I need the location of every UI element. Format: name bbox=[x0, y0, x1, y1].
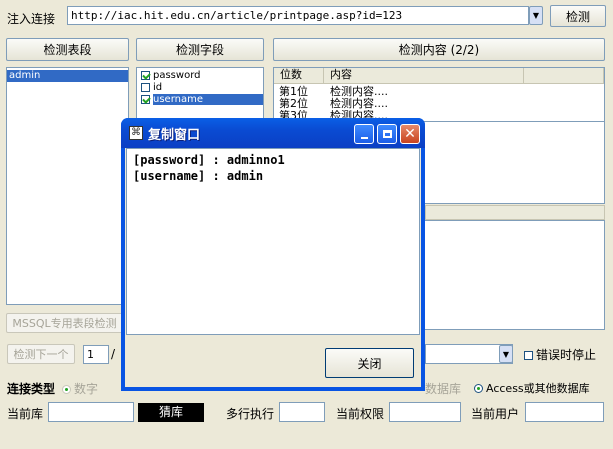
checkbox-checked[interactable] bbox=[141, 94, 150, 104]
dialog-title: 复制窗口 bbox=[148, 128, 201, 143]
row-pos: 第1位 bbox=[279, 85, 308, 98]
radio-other-db-label: 数据库 bbox=[425, 382, 462, 396]
row-pos: 第3位 bbox=[279, 110, 308, 118]
row-content: 检测内容.... bbox=[330, 97, 388, 110]
column-header-blank bbox=[524, 68, 604, 84]
inject-label: 注入连接 bbox=[7, 12, 56, 26]
multi-exec-label: 多行执行 bbox=[226, 407, 275, 421]
field-item[interactable]: password bbox=[139, 70, 263, 82]
chevron-down-icon: ▼ bbox=[532, 11, 540, 20]
select-dropdown-button[interactable]: ▼ bbox=[499, 345, 513, 363]
checkbox-checked[interactable] bbox=[141, 70, 150, 80]
current-user-label: 当前用户 bbox=[471, 407, 520, 421]
row-pos: 第2位 bbox=[279, 97, 308, 110]
page-input[interactable]: 1 bbox=[83, 345, 109, 364]
current-user-input[interactable] bbox=[525, 402, 604, 422]
column-header-content[interactable]: 内容 bbox=[324, 68, 524, 84]
minimize-button[interactable] bbox=[354, 124, 374, 144]
column-header-pos[interactable]: 位数 bbox=[274, 68, 324, 84]
app-icon: ⌘ bbox=[129, 126, 143, 140]
error-stop-checkbox[interactable]: 错误时停止 bbox=[524, 346, 596, 363]
lower-grid-header bbox=[425, 205, 605, 220]
radio-icon[interactable] bbox=[62, 385, 71, 394]
table-item[interactable]: admin bbox=[7, 70, 128, 82]
radio-access[interactable]: Access或其他数据库 bbox=[474, 380, 590, 396]
current-priv-input[interactable] bbox=[389, 402, 461, 422]
detect-field-button[interactable]: 检测字段 bbox=[136, 38, 264, 61]
current-priv-label: 当前权限 bbox=[336, 407, 385, 421]
dialog-body: [password] : adminno1 [username] : admin… bbox=[125, 148, 421, 387]
field-item[interactable]: username bbox=[139, 94, 263, 106]
checkbox-unchecked[interactable] bbox=[141, 82, 150, 92]
radio-icon[interactable] bbox=[474, 384, 483, 393]
radio-number[interactable]: 数字 bbox=[62, 380, 98, 397]
dialog-titlebar[interactable]: ⌘ 复制窗口 ✕ bbox=[121, 118, 425, 148]
row-content: 检测内容.... bbox=[330, 110, 388, 118]
detect-button[interactable]: 检测 bbox=[550, 5, 606, 27]
row-content: 检测内容.... bbox=[330, 85, 388, 98]
chevron-down-icon: ▼ bbox=[502, 349, 510, 359]
url-input[interactable]: http://iac.hit.edu.cn/article/printpage.… bbox=[67, 6, 529, 25]
close-window-button[interactable]: ✕ bbox=[400, 124, 420, 144]
current-db-label: 当前库 bbox=[7, 407, 44, 421]
text-line: [password] : adminno1 bbox=[133, 153, 285, 167]
content-grid[interactable]: 位数 内容 第1位 检测内容.... 第2位 检测内容.... 第3位 检测内容… bbox=[273, 67, 605, 122]
url-dropdown-button[interactable]: ▼ bbox=[529, 6, 543, 25]
black-button[interactable]: 猜库 bbox=[138, 403, 204, 422]
mssql-detect-button[interactable]: MSSQL专用表段检测 bbox=[6, 313, 123, 333]
maximize-icon bbox=[382, 130, 392, 138]
field-item[interactable]: id bbox=[139, 82, 263, 94]
checkbox-unchecked[interactable] bbox=[524, 351, 533, 360]
field-list[interactable]: password id username bbox=[136, 67, 264, 122]
copy-textarea[interactable]: [password] : adminno1 [username] : admin bbox=[126, 148, 420, 335]
close-button[interactable]: 关闭 bbox=[325, 348, 414, 378]
text-line: [username] : admin bbox=[133, 169, 264, 183]
current-db-input[interactable] bbox=[48, 402, 134, 422]
maximize-button[interactable] bbox=[377, 124, 397, 144]
detect-content-button[interactable]: 检测内容 (2/2) bbox=[273, 38, 605, 61]
multi-exec-input[interactable] bbox=[279, 402, 325, 422]
page-slash: / bbox=[111, 347, 116, 361]
table-list[interactable]: admin bbox=[6, 67, 129, 305]
copy-dialog: ⌘ 复制窗口 ✕ [password] : adminno1 [username… bbox=[121, 118, 425, 391]
minimize-icon bbox=[360, 137, 368, 139]
connect-type-label: 连接类型 bbox=[7, 382, 56, 396]
detect-table-button[interactable]: 检测表段 bbox=[6, 38, 129, 61]
close-icon: ✕ bbox=[404, 126, 416, 142]
next-button[interactable]: 检测下一个 bbox=[7, 344, 75, 364]
